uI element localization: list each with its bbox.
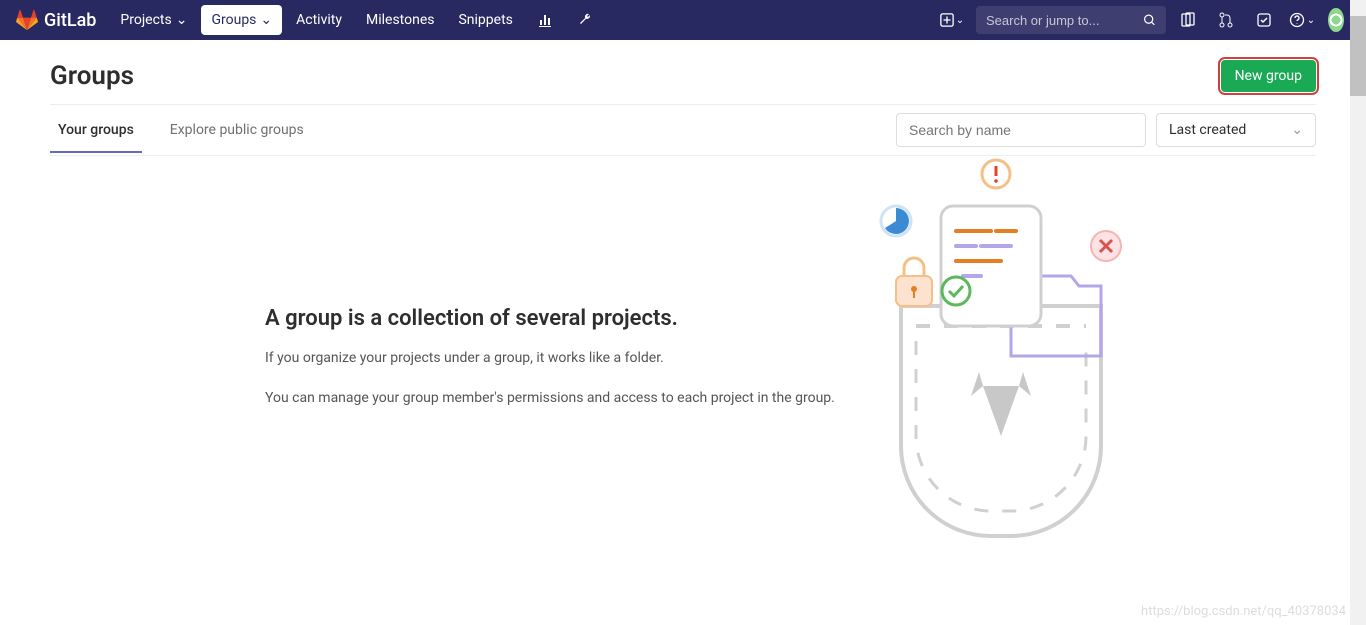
top-nav: GitLab Projects⌄ Groups⌄ Activity Milest… bbox=[0, 0, 1366, 40]
gitlab-icon bbox=[16, 9, 38, 31]
scrollbar-thumb[interactable] bbox=[1350, 16, 1366, 96]
nav-activity-label: Activity bbox=[296, 12, 342, 28]
empty-line2: You can manage your group member's permi… bbox=[265, 389, 835, 409]
empty-state: A group is a collection of several proje… bbox=[50, 156, 1316, 428]
chart-icon bbox=[537, 12, 553, 28]
new-group-button[interactable]: New group bbox=[1221, 60, 1316, 92]
tab-explore[interactable]: Explore public groups bbox=[162, 108, 312, 152]
chevron-down-icon: ⌄ bbox=[260, 12, 272, 28]
merge-request-icon bbox=[1218, 12, 1234, 28]
filter-search-input[interactable] bbox=[896, 113, 1146, 147]
chevron-down-icon: ⌄ bbox=[176, 12, 188, 28]
avatar bbox=[1328, 8, 1344, 32]
tabs-row: Your groups Explore public groups Last c… bbox=[50, 105, 1316, 156]
sort-label: Last created bbox=[1169, 122, 1246, 138]
empty-text: A group is a collection of several proje… bbox=[265, 196, 835, 428]
nav-groups[interactable]: Groups⌄ bbox=[201, 5, 282, 35]
brand-text: GitLab bbox=[44, 10, 96, 31]
nav-groups-label: Groups bbox=[211, 12, 256, 28]
chevron-down-icon: ⌄ bbox=[1307, 15, 1315, 26]
chevron-down-icon: ⌄ bbox=[1291, 122, 1303, 138]
empty-title: A group is a collection of several proje… bbox=[265, 306, 835, 331]
todos-link[interactable] bbox=[1248, 6, 1280, 34]
nav-admin[interactable] bbox=[567, 5, 603, 35]
nav-milestones-label: Milestones bbox=[366, 12, 435, 28]
nav-analytics[interactable] bbox=[527, 5, 563, 35]
issues-icon bbox=[1180, 12, 1196, 28]
title-row: Groups New group bbox=[50, 40, 1316, 105]
empty-line1: If you organize your projects under a gr… bbox=[265, 349, 835, 369]
scrollbar[interactable] bbox=[1350, 0, 1366, 625]
nav-snippets[interactable]: Snippets bbox=[448, 5, 522, 35]
empty-illustration bbox=[861, 156, 1141, 556]
logo[interactable]: GitLab bbox=[16, 9, 96, 31]
wrench-icon bbox=[577, 12, 593, 28]
search-input[interactable] bbox=[986, 13, 1143, 28]
search-icon bbox=[1143, 13, 1156, 27]
page-title: Groups bbox=[50, 61, 134, 91]
merge-requests-link[interactable] bbox=[1210, 6, 1242, 34]
main-nav: Projects⌄ Groups⌄ Activity Milestones Sn… bbox=[110, 5, 603, 35]
nav-activity[interactable]: Activity bbox=[286, 5, 352, 35]
header-right: ⌄ ⌄ ⌄ bbox=[934, 6, 1356, 34]
help-icon bbox=[1289, 12, 1305, 28]
chevron-down-icon: ⌄ bbox=[956, 15, 964, 26]
watermark: https://blog.csdn.net/qq_40378034 bbox=[1141, 604, 1346, 619]
nav-projects[interactable]: Projects ⌄ bbox=[110, 5, 197, 35]
nav-projects-label: Projects bbox=[120, 12, 171, 28]
plus-square-icon bbox=[940, 13, 954, 27]
help-dropdown[interactable]: ⌄ bbox=[1286, 6, 1318, 34]
nav-snippets-label: Snippets bbox=[458, 12, 512, 28]
filters: Last created ⌄ bbox=[896, 105, 1316, 155]
sort-dropdown[interactable]: Last created ⌄ bbox=[1156, 113, 1316, 147]
new-dropdown[interactable]: ⌄ bbox=[934, 6, 970, 34]
tab-your-groups[interactable]: Your groups bbox=[50, 108, 142, 152]
search-box[interactable] bbox=[976, 6, 1166, 34]
issues-link[interactable] bbox=[1172, 6, 1204, 34]
nav-milestones[interactable]: Milestones bbox=[356, 5, 445, 35]
todo-icon bbox=[1256, 12, 1272, 28]
